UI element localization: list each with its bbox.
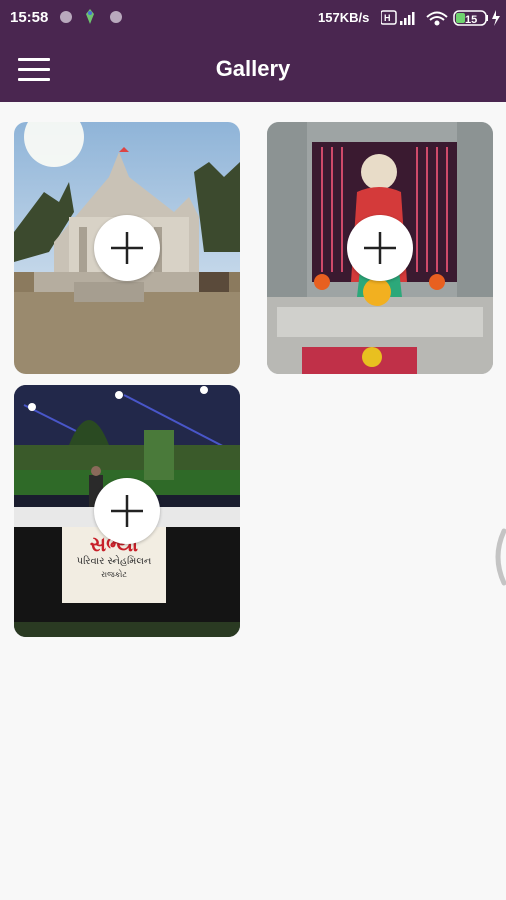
status-time: 15:58 [10, 9, 49, 26]
sign-subtitle: પરિવાર સ્નેહમિલન [76, 556, 152, 567]
status-icons: H 15 [381, 10, 500, 26]
page-title: Gallery [215, 56, 291, 81]
charging-icon [492, 10, 500, 26]
add-button[interactable] [347, 215, 413, 281]
gallery-photo-temple[interactable] [14, 122, 240, 374]
location-icon [86, 9, 94, 24]
add-button[interactable] [94, 215, 160, 281]
edge-swipe-handle[interactable] [488, 527, 506, 587]
volte-icon: H [381, 10, 397, 25]
sign-location: રાજકોટ [101, 570, 127, 579]
battery-level: 15 [465, 14, 477, 26]
plus-icon [364, 232, 396, 264]
plus-icon [111, 495, 143, 527]
notification-icon [110, 11, 122, 23]
plus-icon [111, 232, 143, 264]
network-speed: 157KB/s [318, 10, 370, 25]
signal-icon [400, 12, 415, 25]
status-bar: 15:58 157KB/s H 15 [0, 0, 506, 36]
wifi-icon [426, 11, 448, 26]
gallery-photo-event[interactable]: સભ્યો પરિવાર સ્નેહમિલન રાજકોટ [14, 385, 240, 637]
gallery-photo-shrine[interactable] [267, 122, 493, 374]
add-button[interactable] [94, 478, 160, 544]
app-bar: Gallery [0, 36, 506, 102]
svg-text:H: H [384, 13, 391, 23]
notification-icon [60, 11, 72, 23]
